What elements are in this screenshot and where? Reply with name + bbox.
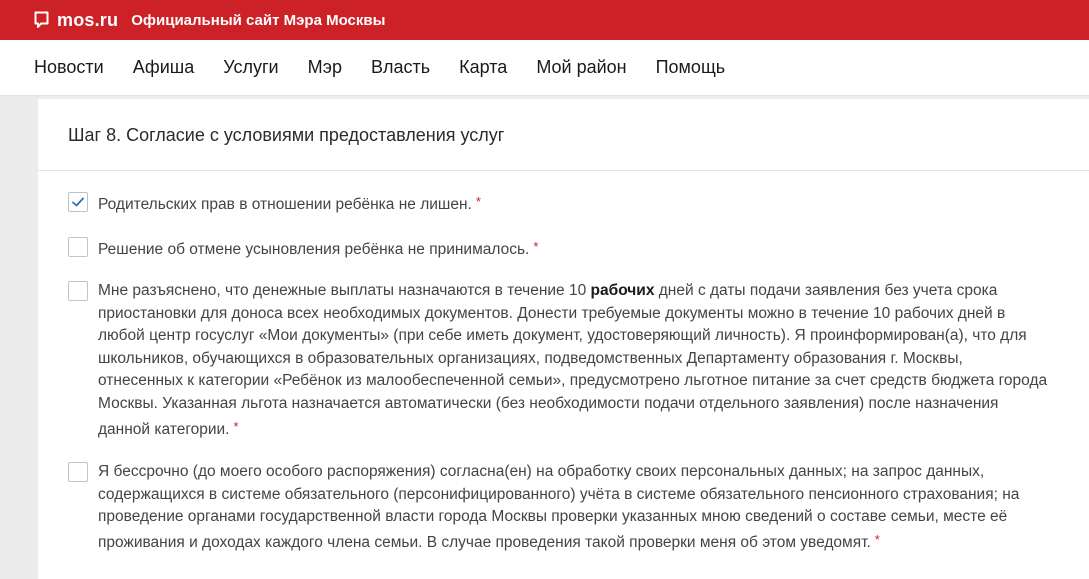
- main-nav: Новости Афиша Услуги Мэр Власть Карта Мо…: [0, 40, 1089, 96]
- nav-item-map[interactable]: Карта: [459, 57, 507, 78]
- step-title: Шаг 8. Согласие с условиями предоставлен…: [68, 125, 505, 145]
- logo-text[interactable]: mos.ru: [57, 10, 118, 31]
- required-mark: *: [233, 418, 239, 434]
- nav-item-government[interactable]: Власть: [371, 57, 430, 78]
- nav-item-services[interactable]: Услуги: [223, 57, 278, 78]
- consent-label-3-start: Мне разъяснено, что денежные выплаты наз…: [98, 282, 591, 299]
- nav-item-my-district[interactable]: Мой район: [536, 57, 626, 78]
- consent-label-1: Родительских прав в отношении ребёнка не…: [98, 196, 472, 213]
- consent-item-parental-rights: Родительских прав в отношении ребёнка не…: [68, 191, 1048, 217]
- required-mark: *: [874, 531, 880, 547]
- nav-item-news[interactable]: Новости: [34, 57, 104, 78]
- consent-checkbox-4[interactable]: [68, 462, 88, 482]
- consent-label-2: Решение об отмене усыновления ребёнка не…: [98, 241, 530, 258]
- consent-checkbox-2[interactable]: [68, 237, 88, 257]
- nav-item-mayor[interactable]: Мэр: [308, 57, 342, 78]
- consent-checkbox-3[interactable]: [68, 281, 88, 301]
- consent-item-personal-data: Я бессрочно (до моего особого распоряжен…: [68, 461, 1048, 554]
- consent-label-4: Я бессрочно (до моего особого распоряжен…: [98, 463, 1020, 551]
- consent-item-payments: Мне разъяснено, что денежные выплаты наз…: [68, 280, 1048, 441]
- consent-label-3-end: дней с даты подачи заявления без учета с…: [98, 282, 1048, 438]
- nav-item-afisha[interactable]: Афиша: [133, 57, 195, 78]
- checkmark-icon: [72, 197, 84, 207]
- required-mark: *: [533, 239, 539, 254]
- site-title[interactable]: Официальный сайт Мэра Москвы: [131, 12, 385, 29]
- consent-form-card: Шаг 8. Согласие с условиями предоставлен…: [38, 99, 1089, 579]
- mos-logo-icon[interactable]: [34, 11, 49, 29]
- consent-checkbox-1[interactable]: [68, 192, 88, 212]
- consent-item-adoption: Решение об отмене усыновления ребёнка не…: [68, 236, 1048, 262]
- consent-label-3-bold: рабочих: [590, 282, 655, 299]
- nav-item-help[interactable]: Помощь: [656, 57, 726, 78]
- divider: [38, 170, 1089, 171]
- site-header: mos.ru Официальный сайт Мэра Москвы: [0, 0, 1089, 40]
- required-mark: *: [475, 194, 481, 209]
